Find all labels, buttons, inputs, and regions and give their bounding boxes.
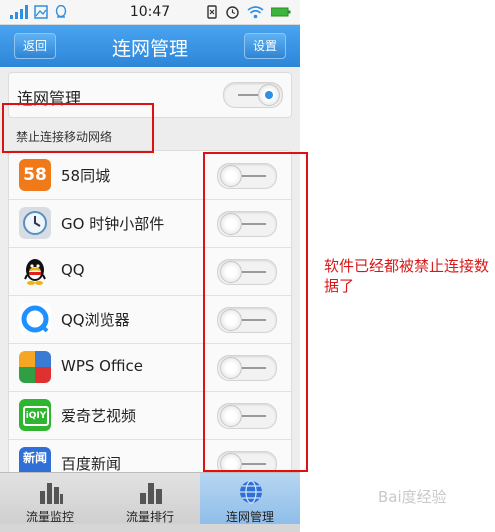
bar-chart-icon (40, 483, 63, 504)
sync-icon (207, 5, 217, 19)
tab-label: 流量排行 (125, 510, 174, 524)
alarm-icon (226, 6, 239, 19)
tab-traffic-monitor[interactable]: 流量监控 (0, 473, 100, 525)
app-name: QQ (61, 261, 85, 279)
bottom-tab-bar: 流量监控 流量排行 连网管理 (0, 472, 300, 525)
app-name: GO 时钟小部件 (61, 215, 165, 233)
app-name: 百度新闻 (61, 455, 122, 473)
app-name: QQ浏览器 (61, 311, 130, 329)
app-name: 58同城 (61, 167, 111, 185)
annotation-box-section-label (2, 103, 154, 153)
ranking-icon (140, 483, 162, 504)
tab-traffic-ranking[interactable]: 流量排行 (100, 473, 200, 525)
phone-bottom-edge (0, 524, 300, 532)
app-name: 爱奇艺视频 (61, 407, 137, 425)
network-management-toggle[interactable] (223, 82, 283, 108)
globe-icon (240, 480, 262, 504)
toggle-knob (258, 84, 280, 106)
annotation-text: 软件已经都被禁止连接数据了 (324, 257, 490, 295)
qq-browser-icon (19, 303, 51, 335)
wps-icon (19, 351, 51, 383)
watermark: Bai度经验 (378, 488, 447, 506)
tab-network-management[interactable]: 连网管理 (200, 473, 300, 525)
58-icon: 58 (19, 159, 51, 191)
tab-label: 连网管理 (225, 510, 274, 524)
status-bar: 10:47 (0, 0, 300, 25)
app-name: WPS Office (61, 357, 143, 375)
tab-label: 流量监控 (25, 510, 74, 524)
settings-button[interactable]: 设置 (243, 33, 286, 59)
qq-penguin-icon (24, 259, 46, 285)
clock-icon (19, 207, 51, 239)
app-header: 返回 连网管理 设置 (0, 25, 300, 67)
battery-icon (271, 7, 291, 17)
baidu-news-icon: 新闻 (19, 447, 51, 473)
iqiyi-icon: iQIY (19, 399, 51, 431)
wifi-icon (247, 6, 264, 19)
annotation-box-toggles (203, 152, 308, 472)
